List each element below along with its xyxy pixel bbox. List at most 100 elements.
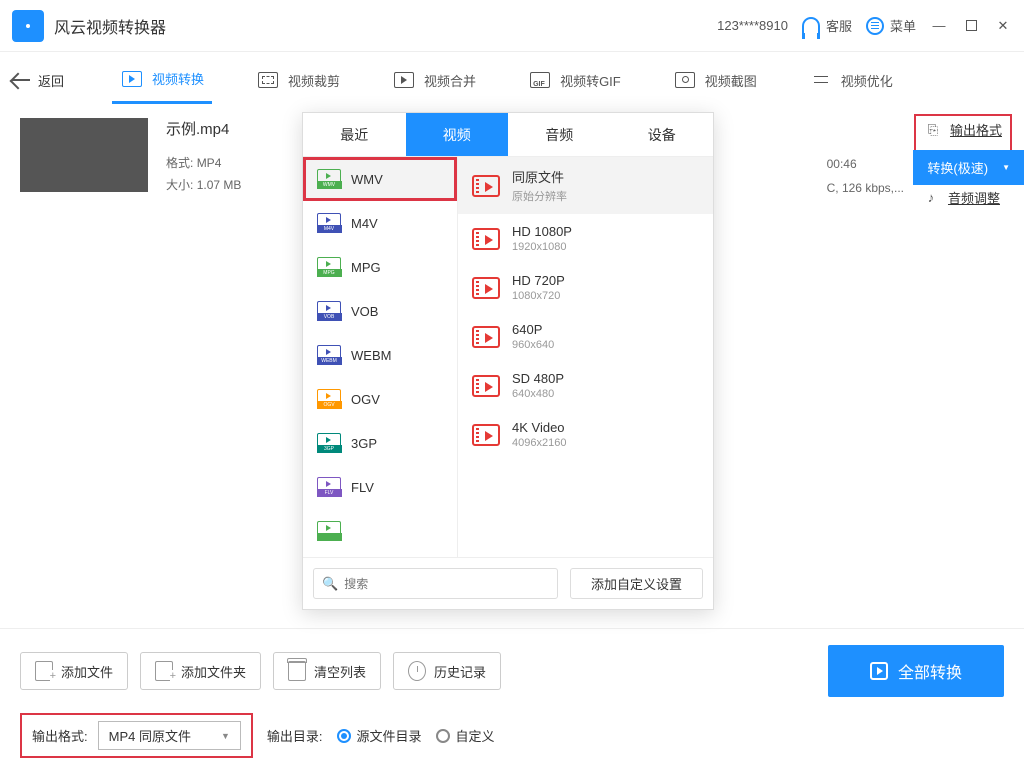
trash-icon [288,661,306,681]
output-icon: ⎘ [924,121,942,139]
format-m4v[interactable]: M4VM4V [303,201,457,245]
tab-video-convert[interactable]: 视频转换 [112,57,212,104]
format-list-left[interactable]: WMVWMV M4VM4V MPGMPG VOBVOB WEBMWEBM OGV… [303,157,458,557]
maximize-button[interactable] [962,17,980,35]
footer-buttons: 添加文件 添加文件夹 清空列表 历史记录 全部转换 [20,645,1004,697]
file-info: 示例.mp4 格式: MP4 大小: 1.07 MB [166,118,306,196]
wmv-icon: WMV [317,169,341,189]
ogv-icon: OGV [317,389,341,409]
search-input[interactable] [344,577,549,591]
convert-all-button[interactable]: 全部转换 [828,645,1004,697]
mpg-icon: MPG [317,257,341,277]
clock-icon [408,661,426,681]
user-id[interactable]: 123****8910 [717,18,788,33]
file-name: 示例.mp4 [166,118,306,139]
3gp-icon: 3GP [317,433,341,453]
nav-row: 返回 视频转换 视频裁剪 视频合并 视频转GIF 视频截图 视频优化 [0,52,1024,108]
format-popup: 最近 视频 音频 设备 WMVWMV M4VM4V MPGMPG VOBVOB … [302,112,714,610]
close-button[interactable]: ✕ [994,17,1012,35]
film-icon [472,424,500,446]
minimize-button[interactable]: — [930,17,948,35]
headset-icon [802,17,820,35]
film-icon [472,277,500,299]
film-icon [472,375,500,397]
vob-icon: VOB [317,301,341,321]
tab-video-merge[interactable]: 视频合并 [384,58,484,102]
res-1080p[interactable]: HD 1080P1920x1080 [458,214,713,263]
back-button[interactable]: 返回 [12,71,64,90]
crop-icon [258,72,278,88]
flv-icon: FLV [317,477,341,497]
play-icon [122,71,142,87]
more-icon [317,521,341,541]
fmt-tab-device[interactable]: 设备 [611,113,714,156]
titlebar: 风云视频转换器 123****8910 客服 菜单 — ✕ [0,0,1024,52]
output-format-button[interactable]: ⎘输出格式 [924,120,1002,139]
format-mpg[interactable]: MPGMPG [303,245,457,289]
radio-off-icon [436,729,450,743]
format-vob[interactable]: VOBVOB [303,289,457,333]
search-icon: 🔍 [322,576,338,592]
res-same-as-source[interactable]: 同原文件原始分辨率 [458,157,713,214]
fmt-tab-video[interactable]: 视频 [406,113,509,156]
format-3gp[interactable]: 3GP3GP [303,421,457,465]
sliders-icon [811,72,831,88]
tab-video-optimize[interactable]: 视频优化 [801,58,901,102]
format-wmv[interactable]: WMVWMV [303,157,457,201]
format-body: WMVWMV M4VM4V MPGMPG VOBVOB WEBMWEBM OGV… [303,157,713,557]
webm-icon: WEBM [317,345,341,365]
m4v-icon: M4V [317,213,341,233]
file-size: 大小: 1.07 MB [166,175,306,197]
tab-video-screenshot[interactable]: 视频截图 [665,58,765,102]
output-format-label: 输出格式: [32,726,88,745]
film-icon [472,175,500,197]
fmt-tab-recent[interactable]: 最近 [303,113,406,156]
camera-icon [675,72,695,88]
radio-on-icon [337,729,351,743]
app-title: 风云视频转换器 [54,14,166,38]
tab-video-gif[interactable]: 视频转GIF [520,58,629,102]
film-icon [472,326,500,348]
format-ogv[interactable]: OGVOGV [303,377,457,421]
res-480p[interactable]: SD 480P640x480 [458,361,713,410]
format-webm[interactable]: WEBMWEBM [303,333,457,377]
res-4k[interactable]: 4K Video4096x2160 [458,410,713,459]
video-thumbnail[interactable] [20,118,148,192]
gif-icon [530,72,550,88]
res-720p[interactable]: HD 720P1080x720 [458,263,713,312]
tab-video-crop[interactable]: 视频裁剪 [248,58,348,102]
format-footer: 🔍 添加自定义设置 [303,557,713,609]
output-dir-label: 输出目录: [267,726,323,745]
footer: 添加文件 添加文件夹 清空列表 历史记录 全部转换 输出格式: MP4 同原文件… [0,628,1024,774]
convert-speed-button[interactable]: 转换(极速) [913,150,1024,185]
menu-button[interactable]: 菜单 [866,16,916,35]
file-meta-values: 00:46 C, 126 kbps,... [827,152,904,200]
add-folder-button[interactable]: 添加文件夹 [140,652,261,690]
merge-icon [394,72,414,88]
file-format: 格式: MP4 [166,153,306,175]
add-custom-button[interactable]: 添加自定义设置 [570,568,703,599]
format-flv[interactable]: FLVFLV [303,465,457,509]
menu-icon [866,17,884,35]
history-button[interactable]: 历史记录 [393,652,501,690]
film-icon [472,228,500,250]
content-area: 示例.mp4 格式: MP4 大小: 1.07 MB 时长 分辨 00:46 C… [0,108,1024,628]
output-format-select[interactable]: MP4 同原文件 [98,721,241,750]
radio-custom-dir[interactable]: 自定义 [436,726,495,745]
file-plus-icon [35,661,53,681]
arrow-left-icon [12,79,30,81]
add-file-button[interactable]: 添加文件 [20,652,128,690]
format-tabs: 最近 视频 音频 设备 [303,113,713,157]
format-search[interactable]: 🔍 [313,568,558,599]
resolution-list[interactable]: 同原文件原始分辨率 HD 1080P1920x1080 HD 720P1080x… [458,157,713,557]
app-logo [12,10,44,42]
res-640p[interactable]: 640P960x640 [458,312,713,361]
radio-source-dir[interactable]: 源文件目录 [337,726,422,745]
titlebar-right: 123****8910 客服 菜单 — ✕ [717,16,1012,35]
fmt-tab-audio[interactable]: 音频 [508,113,611,156]
clear-list-button[interactable]: 清空列表 [273,652,381,690]
highlight-output-format: ⎘输出格式 [914,114,1012,155]
format-more[interactable] [303,509,457,553]
service-button[interactable]: 客服 [802,16,852,35]
audio-adjust-button[interactable]: ♪音频调整 [922,188,1004,207]
